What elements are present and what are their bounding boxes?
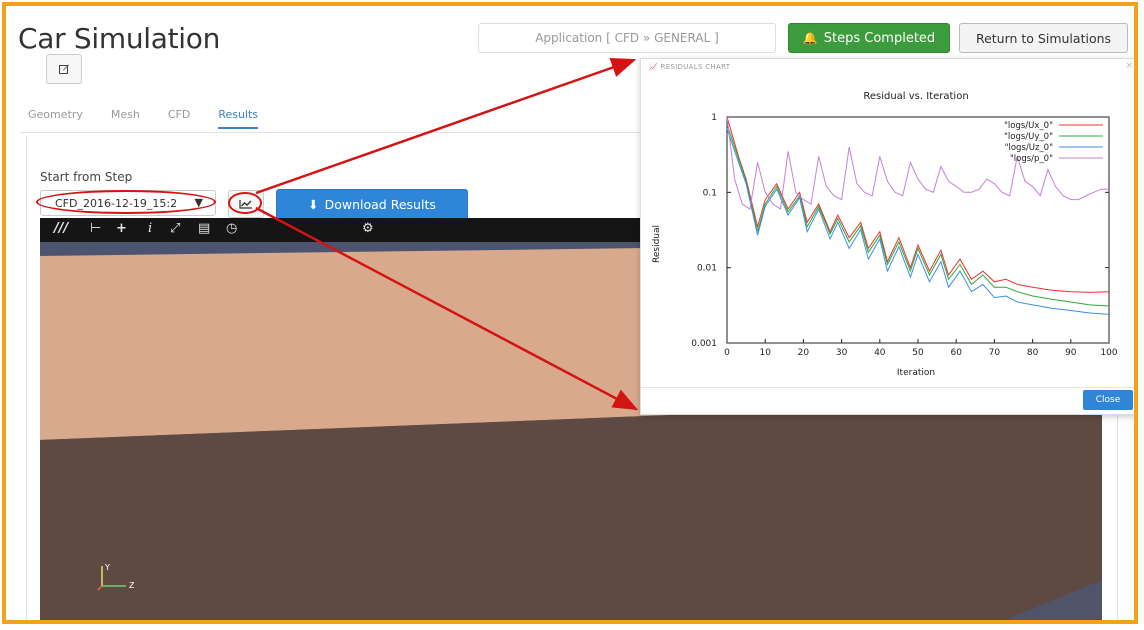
x-tick-label: 50 [912, 348, 924, 358]
legend-label: "logs/Uy_0" [1004, 132, 1053, 142]
close-button[interactable]: Close [1083, 390, 1133, 410]
download-icon: ⬇ [308, 197, 319, 212]
tab-geometry[interactable]: Geometry [28, 108, 83, 129]
add-icon[interactable]: + [116, 221, 127, 236]
x-axis-label: Iteration [897, 368, 935, 378]
axis-z-label: Z [129, 581, 135, 590]
x-tick-label: 100 [1100, 348, 1117, 358]
tab-cfd[interactable]: CFD [168, 108, 190, 129]
application-field: Application [ CFD » GENERAL ] [478, 23, 776, 53]
x-tick-label: 30 [836, 348, 848, 358]
page-title: Car Simulation [18, 22, 221, 55]
axis-y-label: Y [104, 563, 110, 572]
residual-chart: Residual vs. Iteration Iteration Residua… [652, 91, 1118, 378]
tab-bar: Geometry Mesh CFD Results [28, 108, 286, 129]
tree-icon[interactable]: ⊢ [90, 221, 101, 236]
annotation-ellipse-chart [228, 192, 262, 214]
logo-icon: /// [54, 221, 69, 236]
y-tick-label: 0.1 [703, 188, 717, 198]
clock-icon[interactable]: ◷ [226, 221, 237, 236]
dialog-footer [641, 387, 1134, 415]
start-step-label: Start from Step [40, 170, 133, 184]
y-tick-label: 1 [711, 113, 717, 123]
x-tick-label: 0 [724, 348, 730, 358]
x-tick-label: 90 [1065, 348, 1077, 358]
legend-label: "logs/Uz_0" [1005, 143, 1054, 153]
legend-label: "logs/p_0" [1010, 154, 1053, 164]
download-results-button[interactable]: ⬇ Download Results [276, 189, 468, 220]
x-tick-label: 20 [798, 348, 810, 358]
return-to-simulations-button[interactable]: Return to Simulations [959, 23, 1128, 53]
bell-icon: 🔔 [802, 31, 818, 45]
settings-icon[interactable]: ⚙ [362, 221, 374, 236]
x-tick-label: 70 [989, 348, 1001, 358]
y-tick-label: 0.01 [697, 264, 717, 274]
save-icon[interactable]: ▤ [198, 221, 210, 236]
chart-legend: "logs/Ux_0""logs/Uy_0""logs/Uz_0""logs/p… [1004, 121, 1103, 164]
tab-results[interactable]: Results [218, 108, 259, 129]
x-tick-label: 60 [950, 348, 962, 358]
steps-completed-button[interactable]: 🔔 Steps Completed [788, 23, 950, 53]
chart-ticks: 0 10 20 30 40 50 60 70 80 90 100 1 0.1 0.01 0.001 [691, 113, 1118, 358]
chart-title: Residual vs. Iteration [863, 91, 968, 102]
x-tick-label: 40 [874, 348, 886, 358]
legend-label: "logs/Ux_0" [1004, 121, 1053, 131]
y-tick-label: 0.001 [691, 339, 717, 349]
download-results-label: Download Results [324, 197, 436, 212]
y-axis-label: Residual [652, 225, 662, 263]
residuals-dialog: 📈 RESIDUALS CHART × Residual vs. Iterati… [640, 58, 1134, 415]
edit-icon [59, 64, 69, 74]
fullscreen-icon[interactable]: ⤢ [170, 221, 180, 236]
screenshot-frame: Car Simulation Application [ CFD » GENER… [2, 2, 1138, 624]
tab-divider [20, 132, 660, 133]
annotation-ellipse-select [36, 190, 216, 214]
x-tick-label: 80 [1027, 348, 1039, 358]
edit-button[interactable] [46, 54, 82, 84]
x-tick-label: 10 [759, 348, 771, 358]
steps-completed-label: Steps Completed [823, 30, 936, 46]
tab-mesh[interactable]: Mesh [111, 108, 140, 129]
axis-triad: Y Z [97, 563, 135, 591]
info-icon[interactable]: i [148, 221, 152, 236]
